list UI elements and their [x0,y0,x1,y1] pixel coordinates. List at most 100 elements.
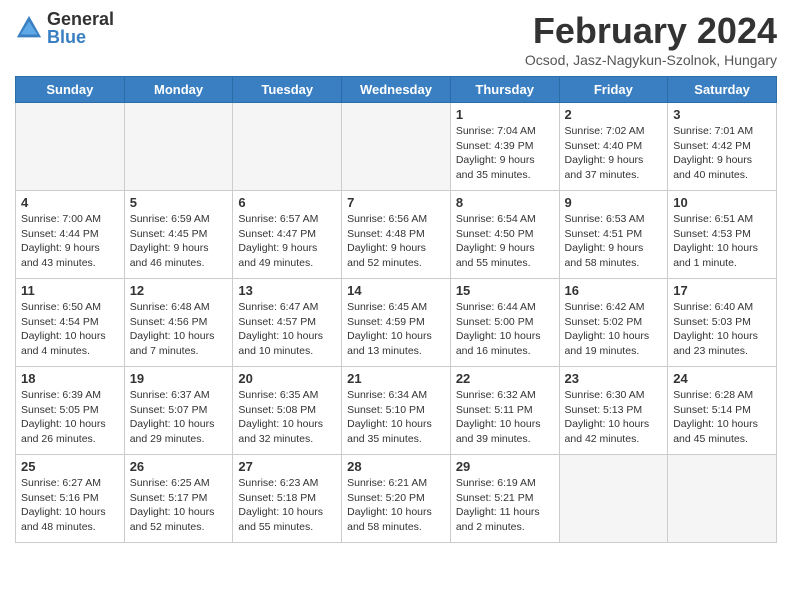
calendar-header-saturday: Saturday [668,77,777,103]
calendar-cell: 5 Sunrise: 6:59 AM Sunset: 4:45 PM Daylig… [124,191,233,279]
calendar-cell [233,103,342,191]
day-number: 9 [565,195,663,210]
day-number: 10 [673,195,771,210]
month-title: February 2024 [525,10,777,52]
calendar-cell [16,103,125,191]
day-number: 14 [347,283,445,298]
logo: General Blue [15,10,114,46]
day-info: Sunrise: 6:35 AM Sunset: 5:08 PM Dayligh… [238,388,336,447]
day-info: Sunrise: 6:28 AM Sunset: 5:14 PM Dayligh… [673,388,771,447]
calendar-cell: 9 Sunrise: 6:53 AM Sunset: 4:51 PM Daylig… [559,191,668,279]
day-info: Sunrise: 6:32 AM Sunset: 5:11 PM Dayligh… [456,388,554,447]
day-number: 13 [238,283,336,298]
day-number: 29 [456,459,554,474]
calendar-header-wednesday: Wednesday [342,77,451,103]
calendar-cell: 20 Sunrise: 6:35 AM Sunset: 5:08 PM Dayli… [233,367,342,455]
calendar-header-sunday: Sunday [16,77,125,103]
day-number: 5 [130,195,228,210]
day-number: 18 [21,371,119,386]
day-number: 25 [21,459,119,474]
calendar-cell: 15 Sunrise: 6:44 AM Sunset: 5:00 PM Dayli… [450,279,559,367]
day-number: 8 [456,195,554,210]
calendar-week-5: 25Sunrise: 6:27 AM Sunset: 5:16 PM Dayli… [16,455,777,543]
day-info: Sunrise: 7:04 AM Sunset: 4:39 PM Dayligh… [456,124,554,183]
calendar-week-1: 1 Sunrise: 7:04 AM Sunset: 4:39 PM Daylig… [16,103,777,191]
calendar-cell: 28 Sunrise: 6:21 AM Sunset: 5:20 PM Dayli… [342,455,451,543]
calendar-cell: 1 Sunrise: 7:04 AM Sunset: 4:39 PM Daylig… [450,103,559,191]
calendar-cell: 3 Sunrise: 7:01 AM Sunset: 4:42 PM Daylig… [668,103,777,191]
day-number: 28 [347,459,445,474]
day-info: Sunrise: 6:40 AM Sunset: 5:03 PM Dayligh… [673,300,771,359]
calendar-cell: 26 Sunrise: 6:25 AM Sunset: 5:17 PM Dayli… [124,455,233,543]
day-info: Sunrise: 6:51 AM Sunset: 4:53 PM Dayligh… [673,212,771,271]
day-info: Sunrise: 6:21 AM Sunset: 5:20 PM Dayligh… [347,476,445,535]
day-info: Sunrise: 7:02 AM Sunset: 4:40 PM Dayligh… [565,124,663,183]
day-number: 17 [673,283,771,298]
calendar-cell: 2 Sunrise: 7:02 AM Sunset: 4:40 PM Daylig… [559,103,668,191]
day-info: Sunrise: 6:53 AM Sunset: 4:51 PM Dayligh… [565,212,663,271]
calendar-cell: 29Sunrise: 6:19 AM Sunset: 5:21 PM Dayli… [450,455,559,543]
logo-blue-text: Blue [47,28,114,46]
day-number: 16 [565,283,663,298]
calendar-cell: 6 Sunrise: 6:57 AM Sunset: 4:47 PM Daylig… [233,191,342,279]
calendar-cell: 17 Sunrise: 6:40 AM Sunset: 5:03 PM Dayli… [668,279,777,367]
logo-icon [15,14,43,42]
day-info: Sunrise: 6:39 AM Sunset: 5:05 PM Dayligh… [21,388,119,447]
calendar-header-row: SundayMondayTuesdayWednesdayThursdayFrid… [16,77,777,103]
calendar-cell [124,103,233,191]
page-header: General Blue February 2024 Ocsod, Jasz-N… [15,10,777,68]
day-info: Sunrise: 6:50 AM Sunset: 4:54 PM Dayligh… [21,300,119,359]
day-number: 15 [456,283,554,298]
calendar-cell: 7 Sunrise: 6:56 AM Sunset: 4:48 PM Daylig… [342,191,451,279]
day-number: 2 [565,107,663,122]
calendar-week-2: 4 Sunrise: 7:00 AM Sunset: 4:44 PM Daylig… [16,191,777,279]
calendar-cell: 13 Sunrise: 6:47 AM Sunset: 4:57 PM Dayli… [233,279,342,367]
location-subtitle: Ocsod, Jasz-Nagykun-Szolnok, Hungary [525,52,777,68]
calendar-cell [668,455,777,543]
calendar-cell: 8 Sunrise: 6:54 AM Sunset: 4:50 PM Daylig… [450,191,559,279]
day-number: 22 [456,371,554,386]
day-number: 6 [238,195,336,210]
day-info: Sunrise: 6:56 AM Sunset: 4:48 PM Dayligh… [347,212,445,271]
calendar-cell: 18 Sunrise: 6:39 AM Sunset: 5:05 PM Dayli… [16,367,125,455]
day-number: 7 [347,195,445,210]
day-info: Sunrise: 6:47 AM Sunset: 4:57 PM Dayligh… [238,300,336,359]
calendar-header-monday: Monday [124,77,233,103]
day-info: Sunrise: 6:57 AM Sunset: 4:47 PM Dayligh… [238,212,336,271]
calendar-cell: 11 Sunrise: 6:50 AM Sunset: 4:54 PM Dayli… [16,279,125,367]
title-block: February 2024 Ocsod, Jasz-Nagykun-Szolno… [525,10,777,68]
day-number: 26 [130,459,228,474]
day-info: Sunrise: 6:48 AM Sunset: 4:56 PM Dayligh… [130,300,228,359]
calendar-cell: 4 Sunrise: 7:00 AM Sunset: 4:44 PM Daylig… [16,191,125,279]
day-number: 1 [456,107,554,122]
day-number: 20 [238,371,336,386]
day-info: Sunrise: 6:42 AM Sunset: 5:02 PM Dayligh… [565,300,663,359]
day-number: 23 [565,371,663,386]
calendar-cell: 24 Sunrise: 6:28 AM Sunset: 5:14 PM Dayli… [668,367,777,455]
calendar-week-3: 11 Sunrise: 6:50 AM Sunset: 4:54 PM Dayli… [16,279,777,367]
day-number: 11 [21,283,119,298]
calendar-header-friday: Friday [559,77,668,103]
calendar-cell: 23 Sunrise: 6:30 AM Sunset: 5:13 PM Dayli… [559,367,668,455]
day-info: Sunrise: 6:54 AM Sunset: 4:50 PM Dayligh… [456,212,554,271]
day-info: Sunrise: 6:59 AM Sunset: 4:45 PM Dayligh… [130,212,228,271]
day-info: Sunrise: 7:01 AM Sunset: 4:42 PM Dayligh… [673,124,771,183]
calendar-header-thursday: Thursday [450,77,559,103]
day-info: Sunrise: 6:30 AM Sunset: 5:13 PM Dayligh… [565,388,663,447]
calendar-cell: 12 Sunrise: 6:48 AM Sunset: 4:56 PM Dayli… [124,279,233,367]
day-number: 3 [673,107,771,122]
day-number: 24 [673,371,771,386]
day-info: Sunrise: 6:44 AM Sunset: 5:00 PM Dayligh… [456,300,554,359]
calendar-cell: 10 Sunrise: 6:51 AM Sunset: 4:53 PM Dayli… [668,191,777,279]
calendar-cell [342,103,451,191]
logo-general-text: General [47,10,114,28]
calendar-cell: 16 Sunrise: 6:42 AM Sunset: 5:02 PM Dayli… [559,279,668,367]
day-number: 4 [21,195,119,210]
day-info: Sunrise: 7:00 AM Sunset: 4:44 PM Dayligh… [21,212,119,271]
calendar-cell [559,455,668,543]
day-number: 19 [130,371,228,386]
calendar-cell: 25Sunrise: 6:27 AM Sunset: 5:16 PM Dayli… [16,455,125,543]
day-info: Sunrise: 6:25 AM Sunset: 5:17 PM Dayligh… [130,476,228,535]
calendar-cell: 14Sunrise: 6:45 AM Sunset: 4:59 PM Dayli… [342,279,451,367]
day-number: 12 [130,283,228,298]
